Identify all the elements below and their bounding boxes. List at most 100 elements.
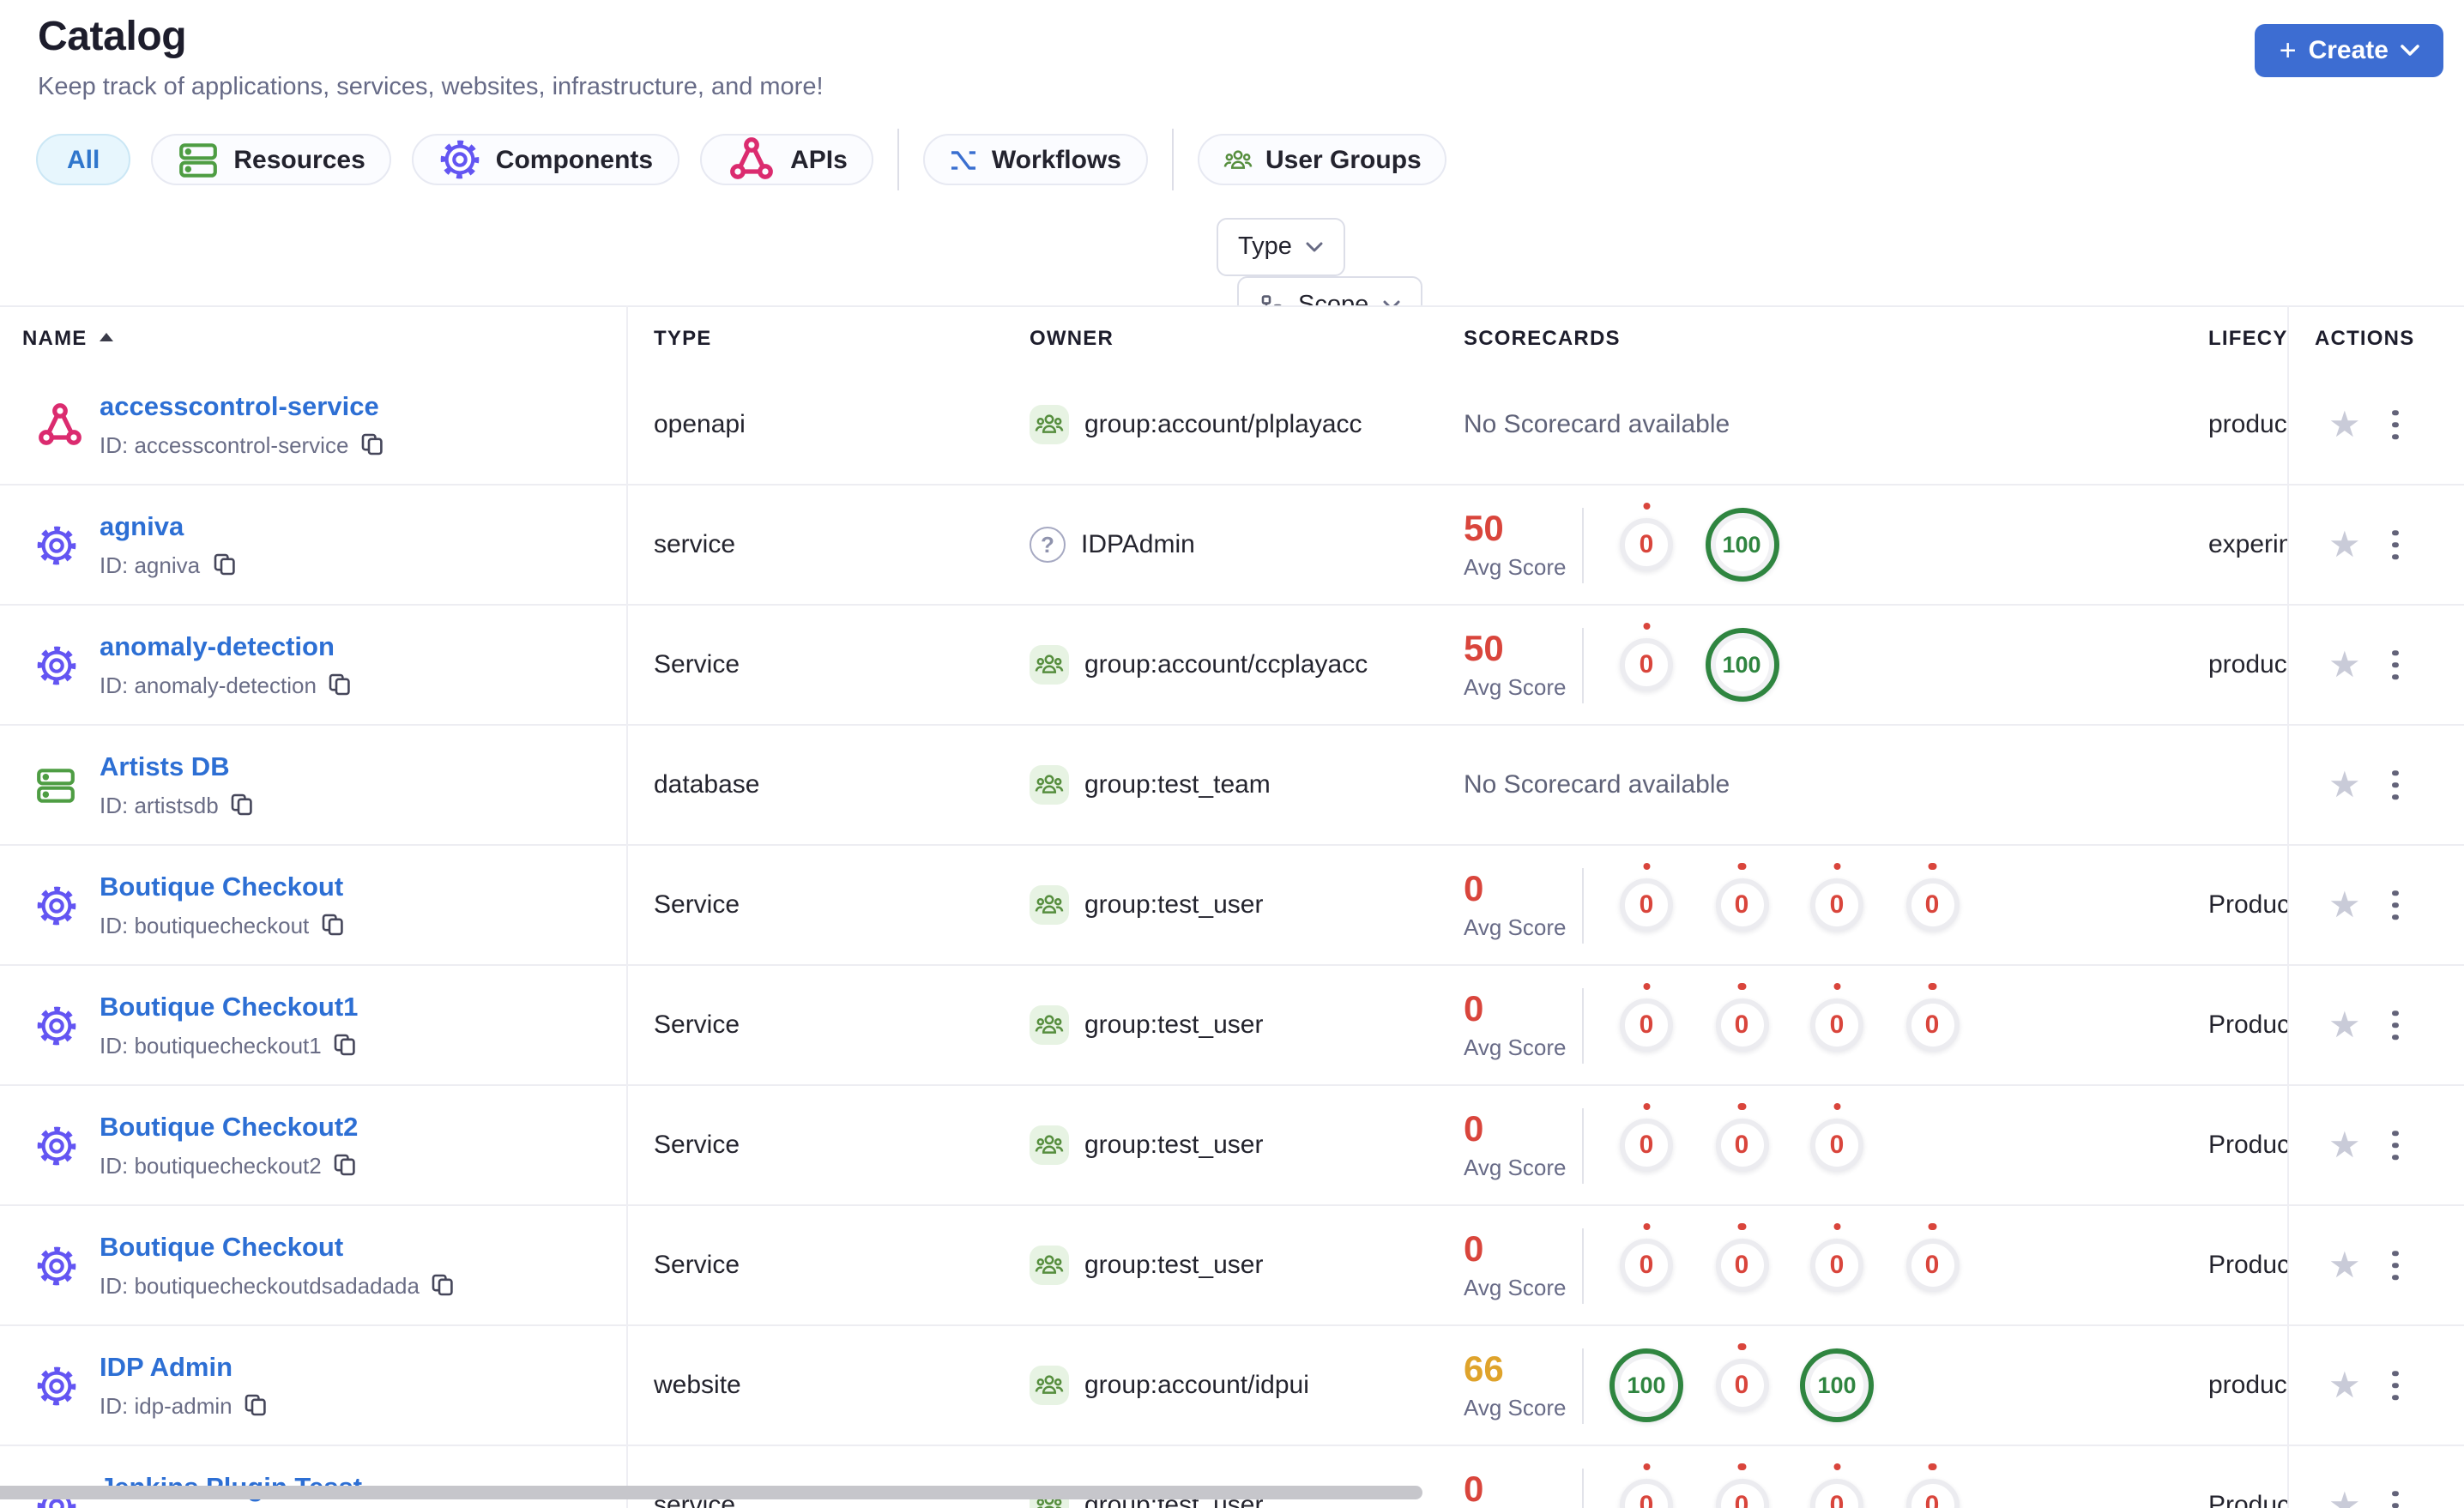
favorite-star-icon[interactable]: ★ bbox=[2328, 1487, 2361, 1508]
copy-icon[interactable] bbox=[212, 552, 236, 576]
entity-name-link[interactable]: Boutique Checkout bbox=[100, 872, 345, 903]
tab-user-groups[interactable]: User Groups bbox=[1197, 134, 1447, 185]
avg-score-value: 66 bbox=[1464, 1349, 1504, 1390]
copy-icon[interactable] bbox=[245, 1393, 269, 1417]
entity-type: Service bbox=[654, 890, 740, 920]
table-row[interactable]: accesscontrol-service ID: accesscontrol-… bbox=[0, 365, 2464, 486]
table-row[interactable]: Boutique Checkout2 ID: boutiquecheckout2… bbox=[0, 1086, 2464, 1206]
more-actions-icon[interactable] bbox=[2387, 524, 2403, 565]
more-actions-icon[interactable] bbox=[2387, 764, 2403, 805]
scorecard-badge[interactable]: 100 bbox=[1694, 497, 1790, 593]
entity-name-link[interactable]: accesscontrol-service bbox=[100, 392, 384, 423]
scorecard-badge[interactable]: 0 bbox=[1790, 1097, 1885, 1193]
scorecard-badge[interactable]: 0 bbox=[1599, 857, 1694, 953]
catalog-tabs: All Resources Components APIs Workflows User … bbox=[36, 129, 1468, 190]
scorecard-badge[interactable]: 0 bbox=[1885, 1217, 1980, 1313]
scorecard-badge[interactable]: 100 bbox=[1790, 1337, 1885, 1433]
scorecard-badge[interactable]: 0 bbox=[1599, 1097, 1694, 1193]
scorecard-badge[interactable]: 0 bbox=[1694, 1217, 1790, 1313]
scorecard-badge[interactable]: 0 bbox=[1790, 857, 1885, 953]
tab-resources[interactable]: Resources bbox=[151, 134, 391, 185]
entity-name-link[interactable]: agniva bbox=[100, 512, 236, 543]
entity-name-link[interactable]: Boutique Checkout1 bbox=[100, 992, 358, 1023]
favorite-star-icon[interactable]: ★ bbox=[2328, 767, 2361, 803]
scorecard-badge[interactable]: 0 bbox=[1599, 977, 1694, 1073]
table-row[interactable]: Boutique Checkout1 ID: boutiquecheckout1… bbox=[0, 966, 2464, 1086]
scorecard-badge[interactable]: 0 bbox=[1694, 1457, 1790, 1508]
more-actions-icon[interactable] bbox=[2387, 404, 2403, 445]
more-actions-icon[interactable] bbox=[2387, 1245, 2403, 1286]
tab-components[interactable]: Components bbox=[411, 134, 679, 185]
tab-all[interactable]: All bbox=[36, 134, 131, 185]
gear-icon bbox=[34, 1243, 79, 1288]
more-actions-icon[interactable] bbox=[2387, 884, 2403, 926]
favorite-star-icon[interactable]: ★ bbox=[2328, 1007, 2361, 1043]
scorecard-badge[interactable]: 0 bbox=[1694, 1097, 1790, 1193]
scorecard-score-circle: 0 bbox=[1810, 878, 1863, 932]
copy-icon[interactable] bbox=[334, 1153, 358, 1177]
more-actions-icon[interactable] bbox=[2387, 1004, 2403, 1046]
scorecard-score-circle: 0 bbox=[1620, 1239, 1673, 1292]
scorecard-badge[interactable]: 0 bbox=[1790, 1217, 1885, 1313]
scorecard-badge[interactable]: 0 bbox=[1599, 1457, 1694, 1508]
scorecard-badge[interactable]: 0 bbox=[1790, 977, 1885, 1073]
table-row[interactable]: IDP Admin ID: idp-admin website group:ac… bbox=[0, 1326, 2464, 1446]
more-actions-icon[interactable] bbox=[2387, 1125, 2403, 1166]
scorecard-badge[interactable]: 100 bbox=[1694, 617, 1790, 713]
copy-icon[interactable] bbox=[360, 432, 384, 456]
copy-icon[interactable] bbox=[432, 1273, 456, 1297]
favorite-star-icon[interactable]: ★ bbox=[2328, 1247, 2361, 1283]
table-row[interactable]: Boutique Checkout ID: boutiquecheckout S… bbox=[0, 846, 2464, 966]
group-icon bbox=[1223, 147, 1252, 172]
scorecard-badge[interactable]: 0 bbox=[1694, 977, 1790, 1073]
scorecard-badge[interactable]: 100 bbox=[1599, 1337, 1694, 1433]
entity-lifecycle: Production bbox=[2208, 1010, 2289, 1040]
tab-apis[interactable]: APIs bbox=[699, 134, 873, 185]
entity-lifecycle: production bbox=[2208, 410, 2289, 439]
entity-name-link[interactable]: Boutique Checkout2 bbox=[100, 1113, 358, 1143]
scorecard-badge[interactable]: 0 bbox=[1694, 1337, 1790, 1433]
favorite-star-icon[interactable]: ★ bbox=[2328, 407, 2361, 443]
create-button[interactable]: + Create bbox=[2255, 24, 2443, 77]
scorecard-score-circle: 0 bbox=[1810, 1479, 1863, 1508]
scorecard-badge[interactable]: 0 bbox=[1599, 1217, 1694, 1313]
scorecard-badge[interactable]: 0 bbox=[1599, 617, 1694, 713]
scorecard-badge[interactable]: 0 bbox=[1885, 857, 1980, 953]
scorecard-badge[interactable]: 0 bbox=[1885, 1457, 1980, 1508]
copy-icon[interactable] bbox=[231, 793, 255, 817]
scorecard-badge[interactable]: 0 bbox=[1599, 497, 1694, 593]
table-row[interactable]: Boutique Checkout ID: boutiquecheckoutds… bbox=[0, 1206, 2464, 1326]
favorite-star-icon[interactable]: ★ bbox=[2328, 1127, 2361, 1163]
entity-name-link[interactable]: Artists DB bbox=[100, 752, 255, 783]
more-actions-icon[interactable] bbox=[2387, 644, 2403, 685]
avg-score-block: 0Avg Score bbox=[1464, 1470, 1567, 1508]
column-header-name[interactable]: NAME bbox=[22, 307, 113, 367]
entity-name-link[interactable]: anomaly-detection bbox=[100, 632, 353, 663]
tab-workflows[interactable]: Workflows bbox=[922, 134, 1147, 185]
entity-type: Service bbox=[654, 1251, 740, 1280]
table-row[interactable]: Artists DB ID: artistsdb database group:… bbox=[0, 726, 2464, 846]
avg-score-value: 0 bbox=[1464, 869, 1484, 909]
table-row[interactable]: agniva ID: agniva service ? IDPAdmin 50 A… bbox=[0, 486, 2464, 606]
entity-type: database bbox=[654, 770, 760, 799]
type-filter-dropdown[interactable]: Type bbox=[1216, 218, 1345, 276]
scorecard-score-circle: 0 bbox=[1905, 998, 1959, 1052]
favorite-star-icon[interactable]: ★ bbox=[2328, 887, 2361, 923]
copy-icon[interactable] bbox=[334, 1033, 358, 1057]
plus-icon: + bbox=[2279, 34, 2297, 67]
scorecard-badge[interactable]: 0 bbox=[1790, 1457, 1885, 1508]
entity-name-link[interactable]: Boutique Checkout bbox=[100, 1233, 456, 1264]
favorite-star-icon[interactable]: ★ bbox=[2328, 1367, 2361, 1403]
favorite-star-icon[interactable]: ★ bbox=[2328, 647, 2361, 683]
favorite-star-icon[interactable]: ★ bbox=[2328, 527, 2361, 563]
horizontal-scrollbar[interactable] bbox=[0, 1486, 1422, 1499]
entity-name-link[interactable]: IDP Admin bbox=[100, 1353, 269, 1384]
scorecard-badge[interactable]: 0 bbox=[1694, 857, 1790, 953]
copy-icon[interactable] bbox=[329, 673, 353, 697]
more-actions-icon[interactable] bbox=[2387, 1485, 2403, 1508]
entity-owner-label: group:test_user bbox=[1084, 890, 1264, 920]
more-actions-icon[interactable] bbox=[2387, 1365, 2403, 1406]
copy-icon[interactable] bbox=[321, 913, 345, 937]
table-row[interactable]: anomaly-detection ID: anomaly-detection … bbox=[0, 606, 2464, 726]
scorecard-badge[interactable]: 0 bbox=[1885, 977, 1980, 1073]
